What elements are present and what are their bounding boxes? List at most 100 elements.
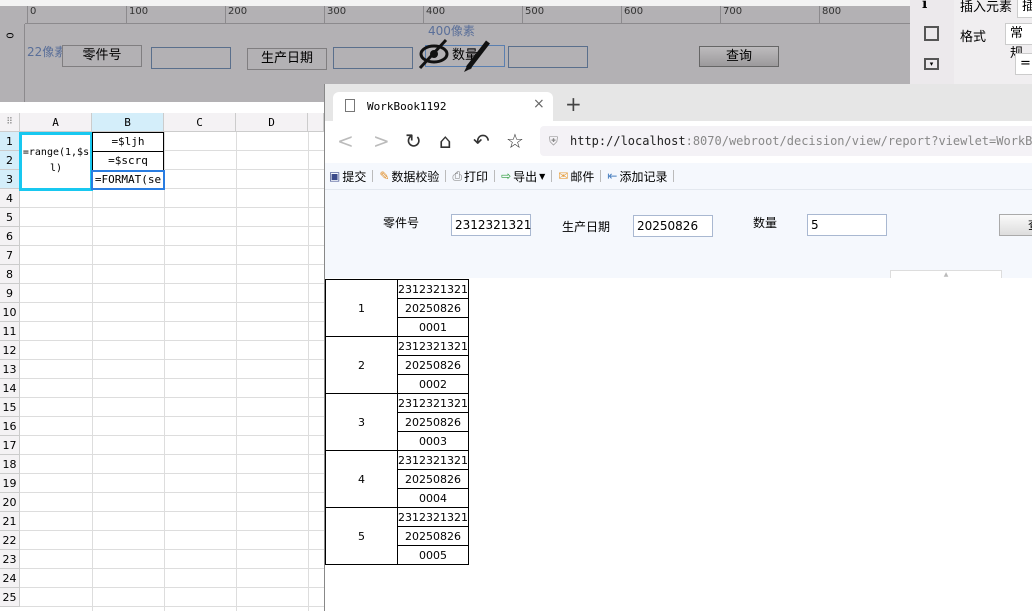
back-icon[interactable]: < [337, 129, 354, 153]
insert-element-label: 插入元素 [960, 0, 1013, 15]
browser-tab[interactable]: WorkBook1192 × [333, 92, 553, 121]
spreadsheet[interactable]: ⠿ A B C D 1 2 3 4 5 6 7 8 9 10 11 12 13 14 15 16 17 18 19 20 21 2… [0, 113, 381, 611]
row-header-11[interactable]: 11 [0, 322, 20, 341]
divider [494, 170, 496, 182]
shield-icon: ⛨ [549, 134, 559, 148]
row-header-22[interactable]: 22 [0, 531, 20, 550]
row-header-13[interactable]: 13 [0, 360, 20, 379]
address-bar[interactable]: ⛨ http://localhost:8070/webroot/decision/… [540, 126, 1032, 156]
tab-bar: WorkBook1192 × + [325, 84, 1032, 121]
reload-icon[interactable]: ↻ [405, 129, 422, 153]
row-header-3[interactable]: 3 [0, 170, 20, 189]
prod-date-label-widget[interactable]: 生产日期 [247, 48, 327, 70]
home-icon[interactable]: ⌂ [439, 129, 452, 153]
ruler-tick: 600 [621, 6, 643, 24]
row-header-19[interactable]: 19 [0, 474, 20, 493]
dropdown-icon[interactable]: ▾ [924, 58, 939, 70]
close-tab-icon[interactable]: × [533, 96, 545, 112]
row-header-14[interactable]: 14 [0, 379, 20, 398]
part-no-input-widget[interactable] [151, 47, 231, 69]
vertical-ruler: 0 [0, 24, 25, 102]
group-index-cell: 2 [325, 336, 398, 394]
row-header-8[interactable]: 8 [0, 265, 20, 284]
column-header-A[interactable]: A [20, 113, 92, 132]
row-header-2[interactable]: 2 [0, 151, 20, 170]
cell-B2[interactable]: =$scrq [92, 151, 164, 171]
part-no-label: 零件号 [383, 216, 420, 230]
report-row: 3 2312321321 [325, 393, 469, 451]
row-header-25[interactable]: 25 [0, 588, 20, 607]
ruler-tick: 500 [522, 6, 544, 24]
column-header-C[interactable]: C [164, 113, 236, 132]
prod-date-input-widget[interactable] [333, 47, 413, 69]
divider [600, 170, 602, 182]
row-header-15[interactable]: 15 [0, 398, 20, 417]
insert-element-select[interactable]: 插 [1017, 0, 1032, 18]
row-header-6[interactable]: 6 [0, 227, 20, 246]
row-header-12[interactable]: 12 [0, 341, 20, 360]
submit-button[interactable]: ▣ 提交 [325, 168, 370, 185]
row-header-21[interactable]: 21 [0, 512, 20, 531]
browser-window: WorkBook1192 × + < > ↻ ⌂ ↶ ☆ ⛨ http://loc… [324, 84, 1032, 611]
email-button[interactable]: ✉ 邮件 [554, 168, 598, 185]
row-header-16[interactable]: 16 [0, 417, 20, 436]
row-header-17[interactable]: 17 [0, 436, 20, 455]
prod-date-input[interactable]: 20250826 [633, 215, 713, 237]
border-icon[interactable] [924, 26, 939, 41]
query-button-widget[interactable]: 查询 [699, 46, 779, 67]
export-icon: ⇨ [501, 169, 512, 183]
new-tab-icon[interactable]: + [565, 92, 582, 116]
row-header-9[interactable]: 9 [0, 284, 20, 303]
url-path: :8070/webroot/decision/view/report?viewl… [685, 134, 1032, 148]
value-cell: 2312321321 [397, 393, 469, 413]
row-header-5[interactable]: 5 [0, 208, 20, 227]
grid-row [20, 284, 324, 303]
ruler-tick: 100 [126, 6, 148, 24]
grid-row [20, 341, 324, 360]
value-cell: 20250826 [397, 412, 469, 432]
collapse-panel-toggle[interactable]: ▲ [890, 270, 1002, 278]
cell-A1-merged[interactable]: =range(1,$sl) [19, 132, 93, 191]
format-select[interactable]: 常规 [1005, 23, 1032, 61]
export-button[interactable]: ⇨ 导出 ▼ [497, 168, 549, 185]
divider [673, 170, 675, 182]
row-header-24[interactable]: 24 [0, 569, 20, 588]
bookmark-star-icon[interactable]: ☆ [506, 129, 524, 153]
quantity-input-widget[interactable] [508, 46, 588, 68]
formula-input[interactable]: =F [1015, 53, 1032, 75]
part-no-label-widget[interactable]: 零件号 [62, 45, 142, 67]
info-icon[interactable]: ℹ [922, 0, 927, 12]
print-label: 打印 [464, 169, 489, 184]
url-host: http://localhost [570, 134, 686, 148]
row-header-23[interactable]: 23 [0, 550, 20, 569]
add-record-button[interactable]: ⇤ 添加记录 [603, 168, 671, 185]
grid-row [20, 246, 324, 265]
row-header-20[interactable]: 20 [0, 493, 20, 512]
row-header-18[interactable]: 18 [0, 455, 20, 474]
forward-icon[interactable]: > [373, 129, 390, 153]
add-record-icon: ⇤ [607, 169, 618, 183]
column-header-D[interactable]: D [236, 113, 308, 132]
query-button[interactable]: 查 [999, 214, 1032, 236]
cell-B1[interactable]: =$ljh [92, 132, 164, 152]
select-all-corner[interactable]: ⠿ [0, 113, 20, 132]
data-validate-button[interactable]: ✎ 数据校验 [375, 168, 443, 185]
row-header-4[interactable]: 4 [0, 189, 20, 208]
row-header-1[interactable]: 1 [0, 132, 20, 151]
grid-row [20, 588, 324, 607]
row-header-7[interactable]: 7 [0, 246, 20, 265]
row-header-10[interactable]: 10 [0, 303, 20, 322]
quantity-input[interactable]: 5 [807, 214, 887, 236]
mail-icon: ✉ [558, 169, 569, 183]
column-header-E[interactable] [308, 113, 324, 132]
print-button[interactable]: ⎙ 打印 [448, 168, 492, 185]
cell-B3-selected[interactable]: =FORMAT(se [91, 170, 165, 190]
part-no-input[interactable]: 2312321321 [451, 214, 531, 236]
grid-row [20, 493, 324, 512]
grid-row [20, 531, 324, 550]
grid-row [20, 303, 324, 322]
column-header-B[interactable]: B [92, 113, 164, 132]
undo-icon[interactable]: ↶ [473, 129, 490, 153]
pencil-icon: ✎ [379, 169, 390, 183]
caret-down-icon: ▼ [539, 171, 546, 181]
